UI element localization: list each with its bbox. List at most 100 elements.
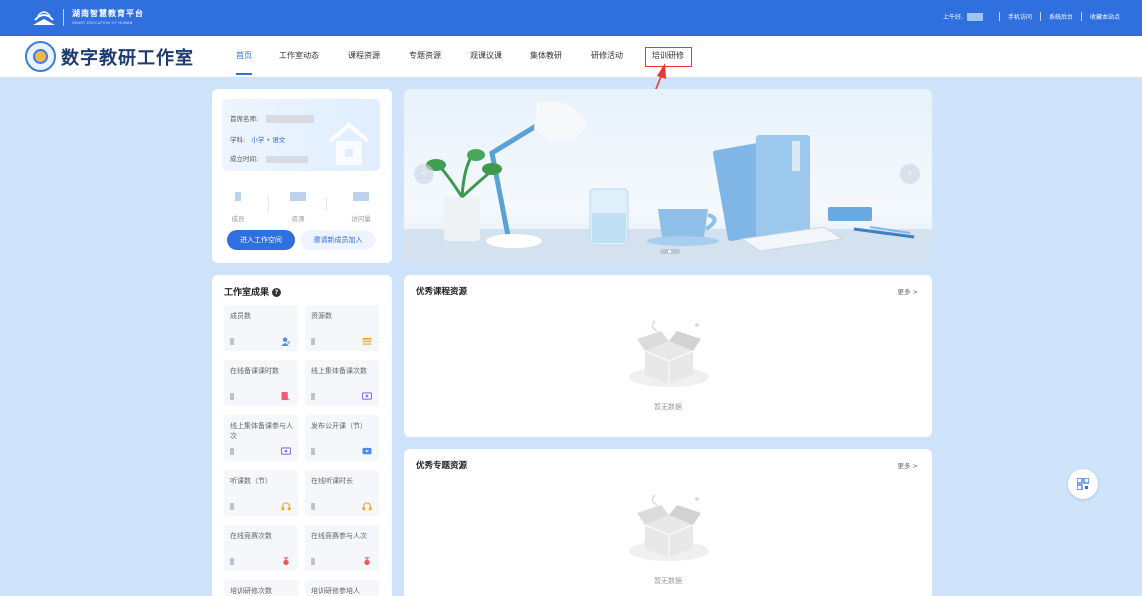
topic-empty-text: 暂无数据: [654, 577, 682, 585]
chief-teacher-name-redacted: [266, 115, 315, 123]
nav-research-activities[interactable]: 研修活动: [591, 50, 623, 61]
achievement-value-redacted: [311, 448, 315, 455]
people-icon: [281, 337, 291, 346]
chief-teacher-row: 首席名师:: [230, 113, 315, 123]
banner-carousel[interactable]: ‹ ›: [404, 89, 932, 263]
achievement-tile-label: 培训研修参培人: [311, 587, 360, 595]
stat-visits: 访问量: [346, 192, 376, 225]
mobile-access-link[interactable]: 手机访问: [1008, 12, 1032, 21]
screen-icon: [281, 447, 291, 455]
achievements-title-text: 工作室成果: [224, 288, 270, 298]
chief-teacher-label: 首席名师:: [230, 115, 259, 123]
nav-collective-research[interactable]: 集体教研: [530, 50, 562, 61]
floating-qr-button[interactable]: [1068, 469, 1098, 499]
achievement-tile-label: 在线听课时长: [311, 477, 353, 485]
platform-logo-icon: [33, 11, 55, 25]
topic-resources-title: 优秀专题资源: [416, 461, 468, 471]
achievement-value-redacted: [230, 393, 234, 400]
carousel-prev-button[interactable]: ‹: [414, 164, 434, 184]
nav-course-resources[interactable]: 课程资源: [348, 50, 380, 61]
carousel-dots[interactable]: [660, 249, 680, 254]
topbar-user-menu: 上午好, 手机访问 系统后台 收藏本站点: [943, 12, 1120, 21]
achievement-value-redacted: [230, 503, 234, 510]
topbar-divider: [1080, 12, 1082, 21]
achievement-value-redacted: [311, 338, 315, 345]
active-nav-indicator: [236, 73, 252, 75]
subject-value: 小学 • 语文: [251, 136, 286, 144]
screen-icon: [362, 392, 372, 400]
achievement-tile-label: 培训研修次数: [230, 587, 272, 595]
achievement-tile: 培训研修次数: [224, 580, 298, 596]
stat-members-label: 成员: [231, 215, 245, 223]
achievement-tile-label: 线上集体备课参与人次: [230, 422, 293, 440]
topic-resources-more-link[interactable]: 更多 >: [897, 460, 918, 470]
stat-members: 成员: [228, 192, 248, 225]
achievement-tile-label: 听课数（节）: [230, 477, 272, 485]
achievement-tile: 成员数: [224, 305, 298, 351]
nav-lesson-observation[interactable]: 观课议课: [470, 50, 502, 61]
greeting-text: 上午好,: [943, 14, 963, 21]
achievement-tile: 在线听课时长: [305, 470, 379, 516]
achievement-tile: 听课数（节）: [224, 470, 298, 516]
studio-logo-icon: [25, 41, 56, 72]
achievement-tile-label: 在线备课课时数: [230, 367, 279, 375]
topbar-divider: [1039, 12, 1041, 21]
course-resources-title: 优秀课程资源: [416, 287, 468, 297]
achievement-value-redacted: [311, 503, 315, 510]
achievement-tile: 资源数: [305, 305, 379, 351]
empty-box-icon: [629, 494, 709, 561]
stat-resources-label: 资源: [291, 215, 305, 223]
studio-header: 数字教研工作室 首页 工作室动态 课程资源 专题资源 观课议课 集体教研 研修活…: [0, 36, 1142, 77]
enter-workspace-button[interactable]: 进入工作空间: [227, 230, 295, 250]
medal-icon: [364, 557, 370, 566]
bookmark-site-link[interactable]: 收藏本站点: [1090, 12, 1120, 21]
empty-box-icon: [629, 320, 709, 387]
achievement-tile-label: 在线竞赛次数: [230, 532, 272, 540]
achievement-value-redacted: [230, 558, 234, 565]
topbar-divider: [998, 12, 1000, 21]
stack-icon: [362, 337, 372, 346]
desk-illustration: [404, 101, 932, 263]
admin-backend-link[interactable]: 系统后台: [1049, 12, 1073, 21]
achievement-value-redacted: [311, 393, 315, 400]
top-bar: 湖南智慧教育平台 SMART EDUCATION OF HUNAN 上午好, 手…: [0, 0, 1142, 36]
studio-name[interactable]: 数字教研工作室: [61, 44, 194, 70]
headphone-icon: [362, 502, 372, 511]
platform-title[interactable]: 湖南智慧教育平台: [72, 8, 144, 19]
achievement-tile-label: 成员数: [230, 312, 251, 320]
achievement-value-redacted: [230, 448, 234, 455]
course-empty-text: 暂无数据: [654, 403, 682, 411]
headphone-icon: [281, 502, 291, 511]
achievement-tile: 线上集体备课次数: [305, 360, 379, 406]
user-name-redacted[interactable]: [966, 12, 983, 21]
studio-stats: 成员 资源 访问量: [228, 192, 376, 223]
qr-code-icon: [1077, 478, 1089, 490]
profile-info-panel: 首席名师: 学科: 小学 • 语文 成立时间:: [222, 99, 380, 171]
stat-visits-label: 访问量: [351, 215, 371, 223]
topbar-divider: [63, 9, 64, 26]
stat-resources: 资源: [286, 192, 310, 225]
carousel-next-button[interactable]: ›: [900, 164, 920, 184]
help-icon[interactable]: ?: [272, 288, 282, 297]
invite-member-button[interactable]: 邀请新成员加入: [301, 230, 375, 250]
subject-label: 学科:: [230, 136, 246, 144]
achievement-tile: 在线备课课时数: [224, 360, 298, 406]
achievement-value-redacted: [230, 338, 234, 345]
topic-resources-panel: 优秀专题资源 更多 > 暂无数据: [404, 449, 932, 596]
nav-home[interactable]: 首页: [236, 50, 252, 61]
founded-label: 成立时间:: [230, 155, 259, 163]
nav-studio-news[interactable]: 工作室动态: [279, 50, 319, 61]
achievement-tile: 线上集体备课参与人次: [224, 415, 298, 461]
achievement-tile-label: 发布公开课（节）: [311, 422, 367, 430]
course-resources-panel: 优秀课程资源 更多 > 暂无数据: [404, 275, 932, 437]
doc-icon: [281, 392, 291, 401]
course-resources-more-link[interactable]: 更多 >: [897, 286, 918, 296]
achievement-tile-label: 资源数: [311, 312, 332, 320]
video-icon: [362, 447, 372, 455]
medal-icon: [283, 557, 289, 566]
achievement-value-redacted: [311, 558, 315, 565]
platform-subtitle: SMART EDUCATION OF HUNAN: [72, 21, 133, 25]
nav-topic-resources[interactable]: 专题资源: [409, 50, 441, 61]
achievement-tile-label: 在线竞赛参与人次: [311, 532, 367, 540]
achievement-tile-label: 线上集体备课次数: [311, 367, 367, 375]
